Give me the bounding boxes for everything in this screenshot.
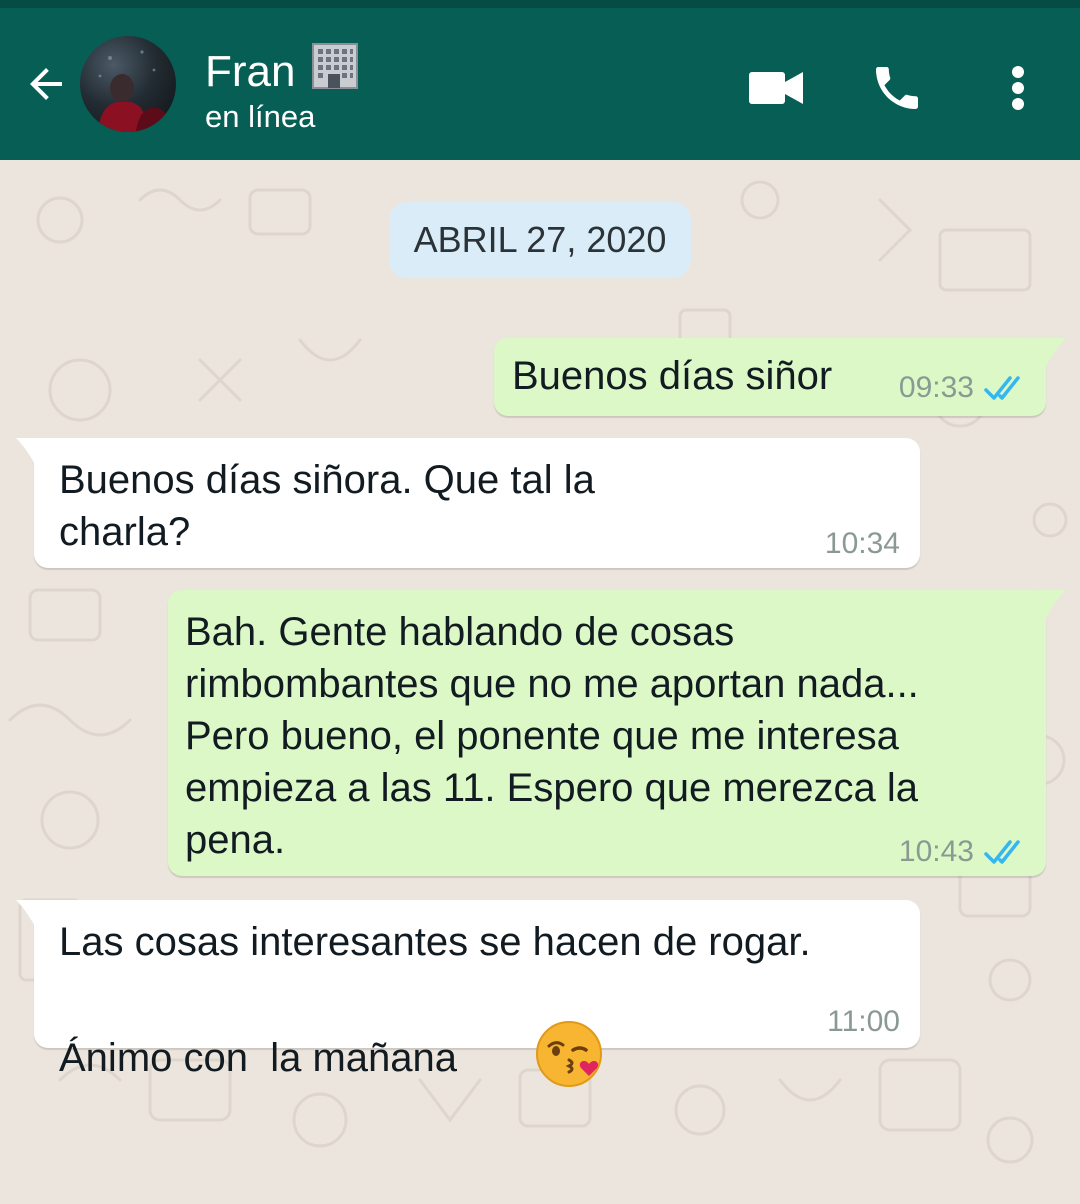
double-check-read-icon (984, 840, 1020, 864)
avatar-image (98, 50, 172, 132)
phone-icon (876, 67, 918, 109)
date-chip: ABRIL 27, 2020 (389, 202, 691, 278)
message-text-wrapper: Las cosas interesantes se hacen de rogar… (59, 916, 811, 1153)
bubble-tail (16, 900, 46, 928)
more-vert-icon (1012, 66, 1024, 110)
message-text: Buenos días siñor (512, 354, 833, 398)
message-bubble-incoming[interactable]: Las cosas interesantes se hacen de rogar… (34, 900, 920, 1087)
arrow-left-icon (30, 68, 62, 100)
contact-name[interactable]: Fran (205, 40, 361, 104)
message-bubble-incoming[interactable]: Buenos días siñora. Que tal la charla? 1… (34, 438, 920, 568)
face-blowing-a-kiss-icon (468, 968, 603, 1153)
chat-header: Fran en línea (0, 8, 1080, 160)
message-text: Las cosas interesantes se hacen de rogar… (59, 920, 811, 1081)
video-call-button[interactable] (748, 60, 804, 116)
message-text: Buenos días siñora. Que tal la charla? (59, 458, 595, 554)
more-options-button[interactable] (998, 60, 1038, 116)
message-meta: 11:00 (827, 1004, 900, 1040)
message-time: 11:00 (827, 1005, 900, 1038)
office-building-icon (309, 40, 361, 104)
message-time: 10:34 (824, 527, 900, 560)
double-check-read-icon (984, 376, 1020, 400)
back-button[interactable] (20, 58, 72, 110)
message-time: 10:43 (898, 835, 974, 868)
message-text: Bah. Gente hablando de cosas rimbombante… (185, 610, 919, 862)
bubble-tail (16, 438, 46, 466)
bubble-tail (1036, 590, 1066, 618)
message-time: 09:33 (898, 371, 974, 404)
contact-status: en línea (205, 99, 316, 134)
message-bubble-outgoing[interactable]: Buenos días siñor 09:33 (494, 338, 1046, 416)
message-meta: 10:43 (899, 834, 1026, 870)
voice-call-button[interactable] (868, 60, 926, 116)
bubble-tail (1036, 338, 1066, 366)
message-meta: 10:34 (825, 526, 900, 562)
status-bar (0, 0, 1080, 8)
message-meta: 09:33 (899, 370, 1026, 406)
avatar[interactable] (80, 36, 176, 132)
message-bubble-outgoing[interactable]: Bah. Gente hablando de cosas rimbombante… (168, 590, 1046, 876)
video-camera-icon (749, 72, 803, 104)
contact-name-text: Fran (205, 47, 296, 96)
